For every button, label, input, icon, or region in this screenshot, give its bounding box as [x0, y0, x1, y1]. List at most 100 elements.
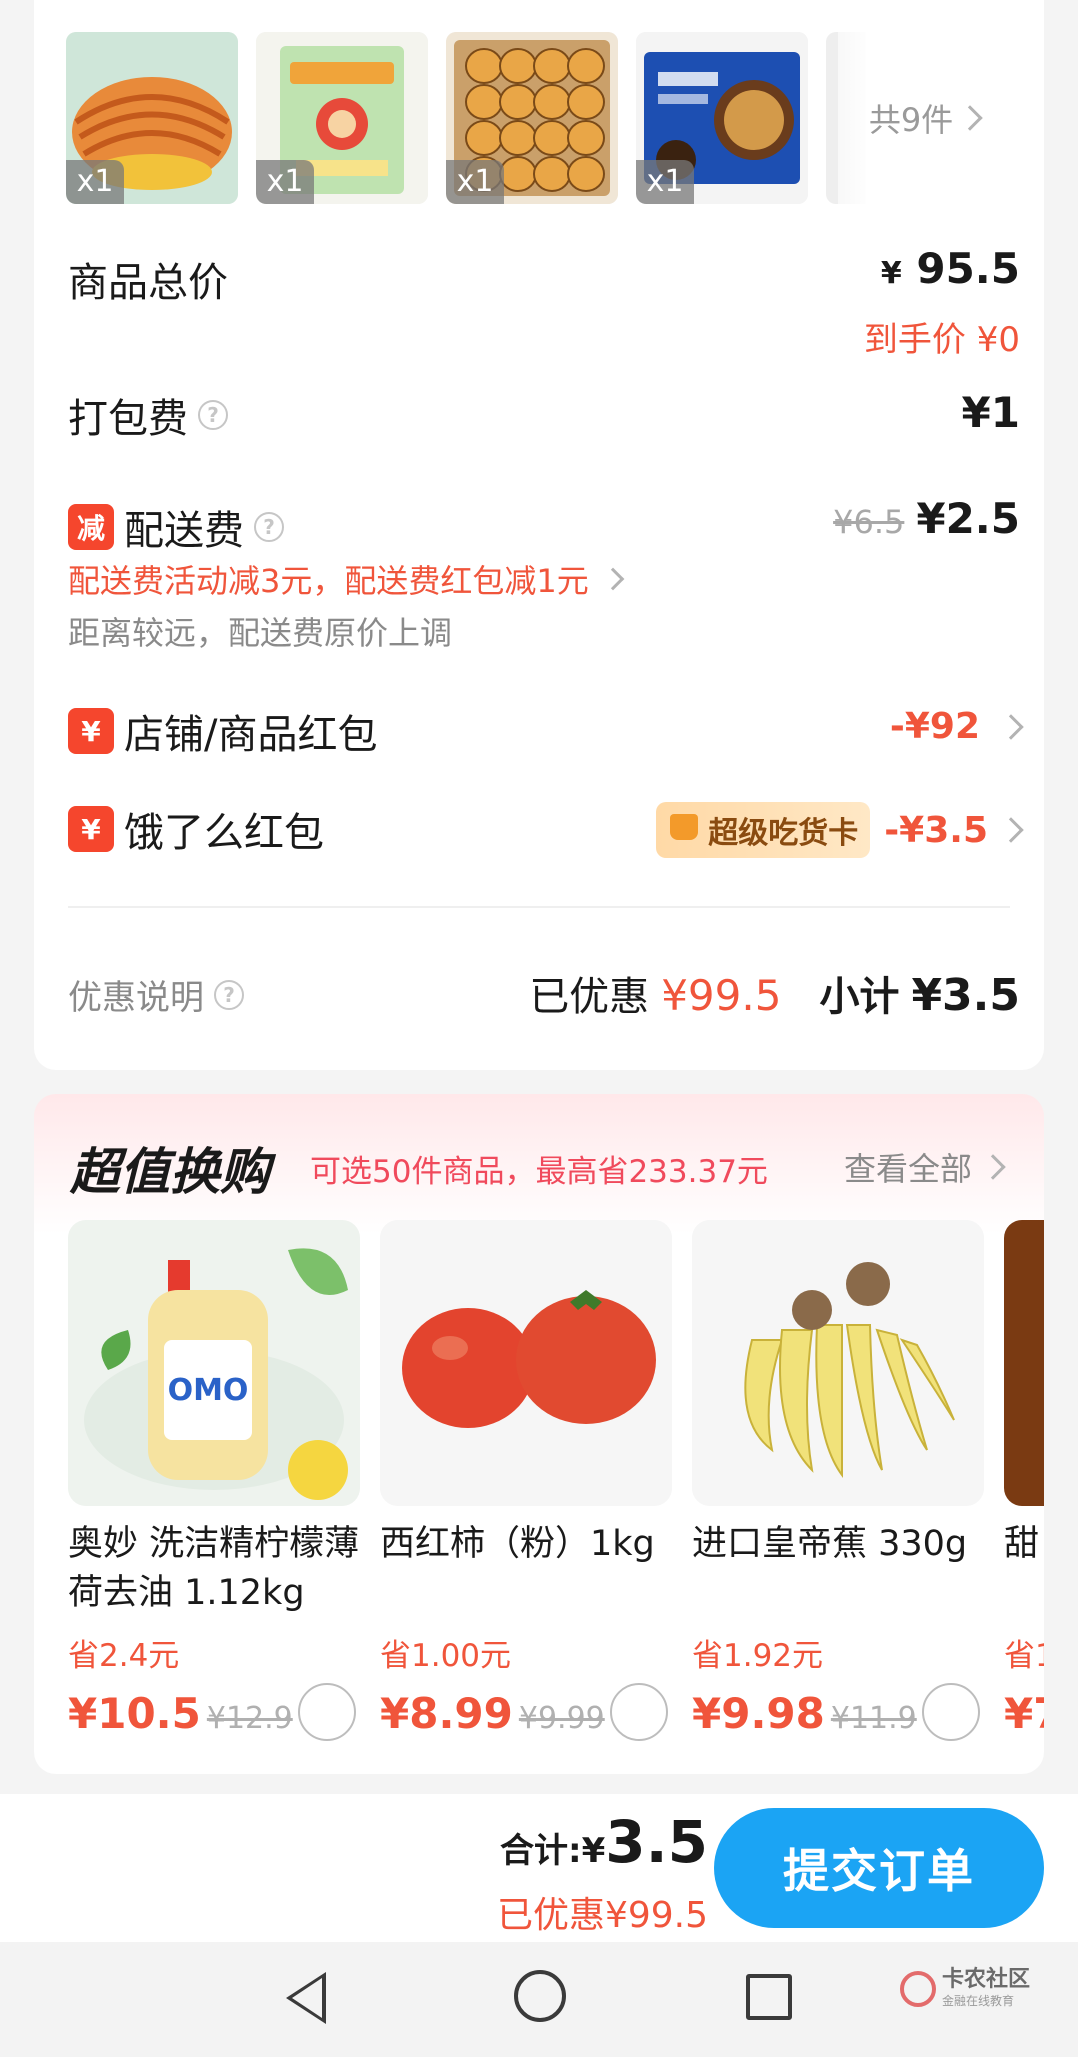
items-count-label: 共9件 [868, 101, 954, 139]
product-card[interactable]: OMO 奥妙 洗洁精柠檬薄荷去油 1.12kg 省2.4元 ¥10.5 ¥12.… [68, 1220, 360, 1741]
product-price: ¥9.98 [692, 1689, 825, 1738]
product-image-banana [692, 1220, 984, 1506]
product-price: ¥10.5 [68, 1689, 201, 1738]
goods-total-label: 商品总价 [68, 260, 228, 306]
ele-coupon-row[interactable]: ¥ 饿了么红包 [68, 800, 324, 858]
ele-coupon-label: 饿了么红包 [124, 810, 324, 856]
product-save: 省1 [1004, 1638, 1044, 1674]
total-saved: 已优惠¥99.5 [496, 1895, 708, 1936]
exchange-purchase-card: 超值换购 可选50件商品，最高省233.37元 查看全部 OMO 奥妙 洗洁精柠… [34, 1094, 1044, 1774]
discount-info-label: 优惠说明 [68, 978, 204, 1018]
delivery-fee-row: 减 配送费 ? [68, 498, 284, 556]
product-original-price: ¥12.9 [206, 1701, 293, 1736]
product-name: 奥妙 洗洁精柠檬薄荷去油 1.12kg [68, 1524, 360, 1613]
discounted-value: ¥99.5 [661, 971, 782, 1020]
chevron-right-icon [980, 1154, 1006, 1180]
delivery-fee-original: ¥6.5 [833, 503, 905, 541]
coupon-icon: ¥ [68, 806, 114, 852]
item-qty: x1 [66, 160, 124, 204]
view-all-items-button[interactable]: 共9件 [838, 32, 1010, 204]
view-all-label: 查看全部 [843, 1150, 972, 1188]
item-thumb-pastry[interactable]: x1 [66, 32, 238, 204]
item-thumb-bread-rolls[interactable]: x1 [446, 32, 618, 204]
product-image-partial [1004, 1220, 1044, 1506]
delivery-fee-amount: ¥2.5 [916, 494, 1020, 543]
discounted-label: 已优惠 [529, 974, 650, 1020]
discount-info-button[interactable]: 优惠说明 ? [68, 970, 244, 1019]
select-radio[interactable] [610, 1683, 668, 1741]
shop-coupon-value-button[interactable]: -¥92 [890, 706, 1024, 747]
item-thumb-snack-box[interactable]: x1 [256, 32, 428, 204]
product-save: 省1.00元 [380, 1638, 512, 1674]
select-radio[interactable] [298, 1683, 356, 1741]
chevron-right-icon [998, 817, 1024, 843]
product-price-row: ¥7 [1004, 1689, 1044, 1738]
product-card[interactable]: 进口皇帝蕉 330g 省1.92元 ¥9.98 ¥11.9 [692, 1220, 984, 1741]
select-radio[interactable] [922, 1683, 980, 1741]
exchange-subtitle: 可选50件商品，最高省233.37元 [310, 1154, 768, 1190]
packing-fee-row: 打包费 ? [68, 386, 228, 444]
total-value: 3.5 [605, 1808, 708, 1876]
item-thumb-oreo-box[interactable]: x1 [636, 32, 808, 204]
product-name: 西红柿（粉）1kg [380, 1524, 655, 1564]
help-icon[interactable]: ? [254, 512, 284, 542]
currency-symbol: ¥ [880, 256, 902, 291]
submit-order-button[interactable]: 提交订单 [714, 1808, 1044, 1928]
item-thumbnails[interactable]: x1 x1 x1 x1 [66, 32, 866, 204]
help-icon: ? [214, 979, 244, 1010]
subtotal-label: 小计 [819, 974, 900, 1020]
subtotal-value: ¥3.5 [911, 970, 1020, 1021]
order-summary-card: x1 x1 x1 x1 共9件 商品总价 ¥ 95.5 到手价 ¥0 打包费 ?… [34, 0, 1044, 1070]
recent-apps-icon[interactable] [746, 1974, 792, 2020]
product-price-row: ¥10.5 ¥12.9 [68, 1683, 360, 1741]
product-image-detergent: OMO [68, 1220, 360, 1506]
view-all-button[interactable]: 查看全部 [843, 1144, 1006, 1190]
chevron-right-icon [998, 713, 1024, 740]
shop-coupon-label: 店铺/商品红包 [124, 712, 378, 758]
product-card[interactable]: 甜 省1 ¥7 [1004, 1220, 1044, 1738]
shop-coupon-row[interactable]: ¥ 店铺/商品红包 [68, 702, 377, 760]
product-name: 甜 [1004, 1524, 1040, 1564]
product-original-price: ¥11.9 [830, 1701, 917, 1736]
system-nav-bar: 卡农社区 金融在线教育 [0, 1942, 1078, 2057]
item-qty: x1 [636, 160, 694, 204]
divider [68, 906, 1010, 908]
watermark-title: 卡农社区 [942, 1967, 1031, 1992]
delivery-fee-label: 配送费 [124, 508, 244, 554]
bottom-bar: 合计:¥ 3.5 已优惠¥99.5 提交订单 [0, 1794, 1078, 1942]
delivery-fee-value: ¥6.5 ¥2.5 [833, 494, 1020, 543]
super-card-badge: 超级吃货卡 [656, 802, 871, 858]
product-save: 省1.92元 [692, 1638, 824, 1674]
total-amount: 合计:¥ 3.5 [500, 1808, 708, 1876]
product-price-row: ¥8.99 ¥9.99 [380, 1683, 672, 1741]
packing-fee-value: ¥1 [961, 388, 1020, 437]
back-icon[interactable] [286, 1972, 326, 2024]
product-price: ¥7 [1004, 1689, 1044, 1738]
help-icon[interactable]: ? [198, 400, 228, 430]
ele-coupon-value-button[interactable]: 超级吃货卡 -¥3.5 [656, 802, 1024, 858]
item-qty: x1 [446, 160, 504, 204]
delivery-promo-link[interactable]: 配送费活动减3元，配送费红包减1元 [68, 556, 625, 602]
product-original-price: ¥9.99 [518, 1701, 605, 1736]
home-icon[interactable] [514, 1970, 566, 2022]
goods-total-amount: 95.5 [916, 244, 1020, 293]
goods-total-row: 商品总价 [68, 250, 228, 308]
product-name: 进口皇帝蕉 330g [692, 1524, 968, 1564]
product-image-tomato [380, 1220, 672, 1506]
product-card[interactable]: 西红柿（粉）1kg 省1.00元 ¥8.99 ¥9.99 [380, 1220, 672, 1741]
watermark-logo-icon [900, 1970, 936, 2007]
subtotal-row: 已优惠 ¥99.5 小计 ¥3.5 [529, 964, 1020, 1022]
watermark: 卡农社区 金融在线教育 [900, 1968, 1030, 2009]
discount-badge-icon: 减 [68, 504, 114, 550]
exchange-title: 超值换购 [70, 1143, 270, 1201]
chevron-right-icon [601, 567, 625, 591]
product-save: 省2.4元 [68, 1638, 180, 1674]
packing-fee-label: 打包费 [68, 396, 188, 442]
product-price: ¥8.99 [380, 1689, 513, 1738]
coupon-icon: ¥ [68, 708, 114, 754]
svg-text:OMO: OMO [168, 1373, 249, 1408]
total-label: 合计:¥ [499, 1831, 606, 1871]
goods-total-value: ¥ 95.5 [881, 244, 1020, 293]
item-qty: x1 [256, 160, 314, 204]
ele-coupon-value: -¥3.5 [884, 809, 988, 851]
